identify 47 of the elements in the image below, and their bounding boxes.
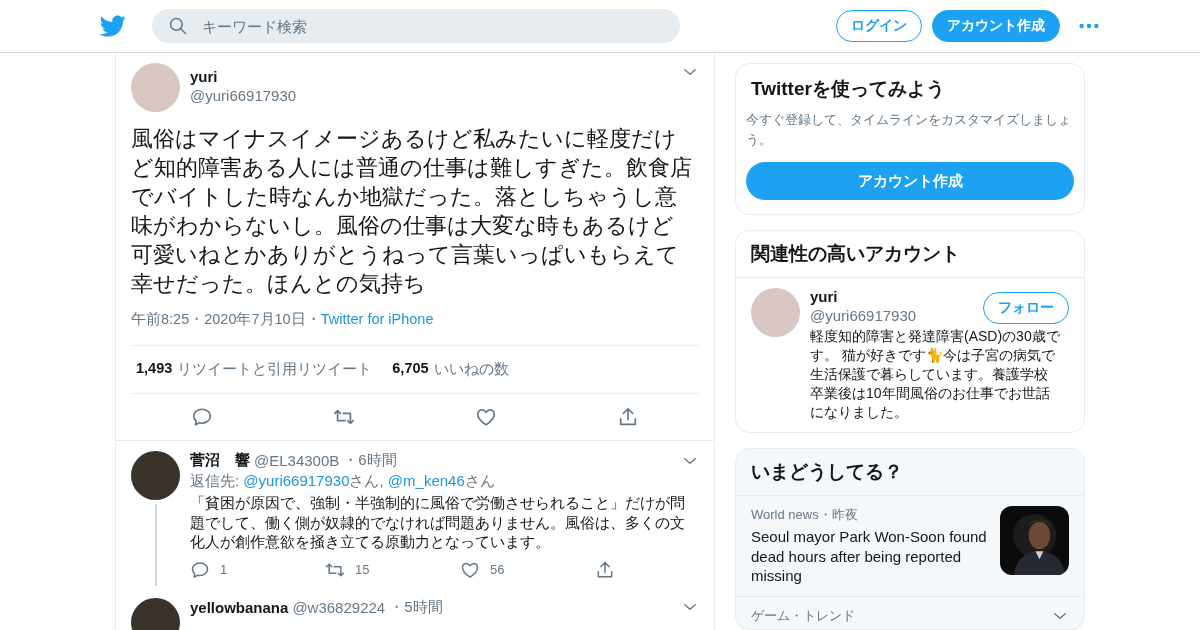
trend-item[interactable]: ゲーム・トレンド xyxy=(736,596,1084,629)
like-icon[interactable] xyxy=(475,406,497,428)
search-field[interactable]: キーワード検索 xyxy=(152,9,680,43)
mention-link[interactable]: @yuri66917930 xyxy=(243,472,350,489)
user-handle[interactable]: @w36829224 xyxy=(292,598,386,616)
user-handle[interactable]: @yuri66917930 xyxy=(190,87,297,104)
share-icon[interactable] xyxy=(595,559,615,580)
stat-label[interactable]: リツイートと引用リツイート xyxy=(177,360,373,379)
bird-logo-icon[interactable] xyxy=(100,13,126,39)
stat-label[interactable]: いいねの数 xyxy=(433,360,509,379)
news-item[interactable]: World news・昨夜 Seoul mayor Park Won-Soon found dead hours after being reported missing xyxy=(736,496,1084,597)
tweet-text: 風俗はマイナスイメージあるけど私みたいに軽度だけど知的障害ある人には普通の仕事は難しすぎた。飲食店でバイトした時なんか地獄だった。落としちゃうし意味がわからないし。風俗の仕事は大変な時もあるけど可愛いねとかありがとうねって言葉いっぱいもらえて幸せだった。ほんとの気持ち xyxy=(131,125,693,298)
signup-button[interactable]: アカウント作成 xyxy=(746,162,1074,200)
trend-meta: ゲーム・トレンド xyxy=(751,606,855,625)
signup-button[interactable]: アカウント作成 xyxy=(932,10,1060,42)
avatar[interactable] xyxy=(131,451,180,500)
user-name[interactable]: yuri xyxy=(810,288,917,305)
search-icon xyxy=(168,16,188,36)
reply-icon[interactable] xyxy=(191,406,213,428)
retweet-count: 15 xyxy=(355,562,370,577)
card-title: 関連性の高いアカウント xyxy=(736,231,1084,278)
reply-text: 「貧困が原因で、強制・半強制的に風俗で労働させられること」だけが問題でして、働く側が奴隷的でなければ問題ありません。風俗は、多くの文化人が創作意欲を掻き立てる原動力となっています。 xyxy=(190,493,686,552)
like-count: 56 xyxy=(490,562,505,577)
stat-count[interactable]: 6,705 xyxy=(392,360,429,379)
follow-button[interactable]: フォロー xyxy=(983,292,1069,324)
user-bio: 軽度知的障害と発達障害(ASD)の30歳です。 猫が好きです🐈今は子宮の病気で生活保護で暮らしています。養護学校卒業後は10年間風俗のお仕事でお世話になりました。 xyxy=(810,327,1060,422)
stat-count[interactable]: 1,493 xyxy=(136,360,173,379)
card-title: いまどうしてる？ xyxy=(736,449,1084,496)
user-name[interactable]: yellowbanana xyxy=(190,598,289,616)
reply-count: 1 xyxy=(220,562,228,577)
mention-link[interactable]: @m_ken46 xyxy=(387,472,465,489)
reply-time[interactable]: ・5時間 xyxy=(389,597,443,617)
reply-icon[interactable] xyxy=(190,559,210,580)
source-link[interactable]: Twitter for iPhone xyxy=(320,311,434,327)
news-meta: World news・昨夜 xyxy=(751,506,859,524)
card-title: Twitterを使ってみよう xyxy=(750,77,946,101)
user-name[interactable]: 菅沼 響 xyxy=(190,451,250,470)
tweet-timestamp[interactable]: 午前8:25・2020年7月10日・ xyxy=(131,311,321,327)
user-handle[interactable]: @yuri66917930 xyxy=(810,307,917,324)
user-name[interactable]: yuri xyxy=(190,68,297,85)
share-icon[interactable] xyxy=(617,406,639,428)
login-button[interactable]: ログイン xyxy=(836,10,922,42)
reply-time[interactable]: ・6時間 xyxy=(343,451,397,470)
user-handle[interactable]: @EL34300B xyxy=(254,452,340,469)
news-headline: Seoul mayor Park Won-Soon found dead hours after being reported missing xyxy=(751,527,988,586)
card-text: 今すぐ登録して、タイムラインをカスタマイズしましょう。 xyxy=(746,111,1072,149)
reply-to-line: 返信先: @yuri66917930さん, @m_ken46さん xyxy=(190,472,496,491)
